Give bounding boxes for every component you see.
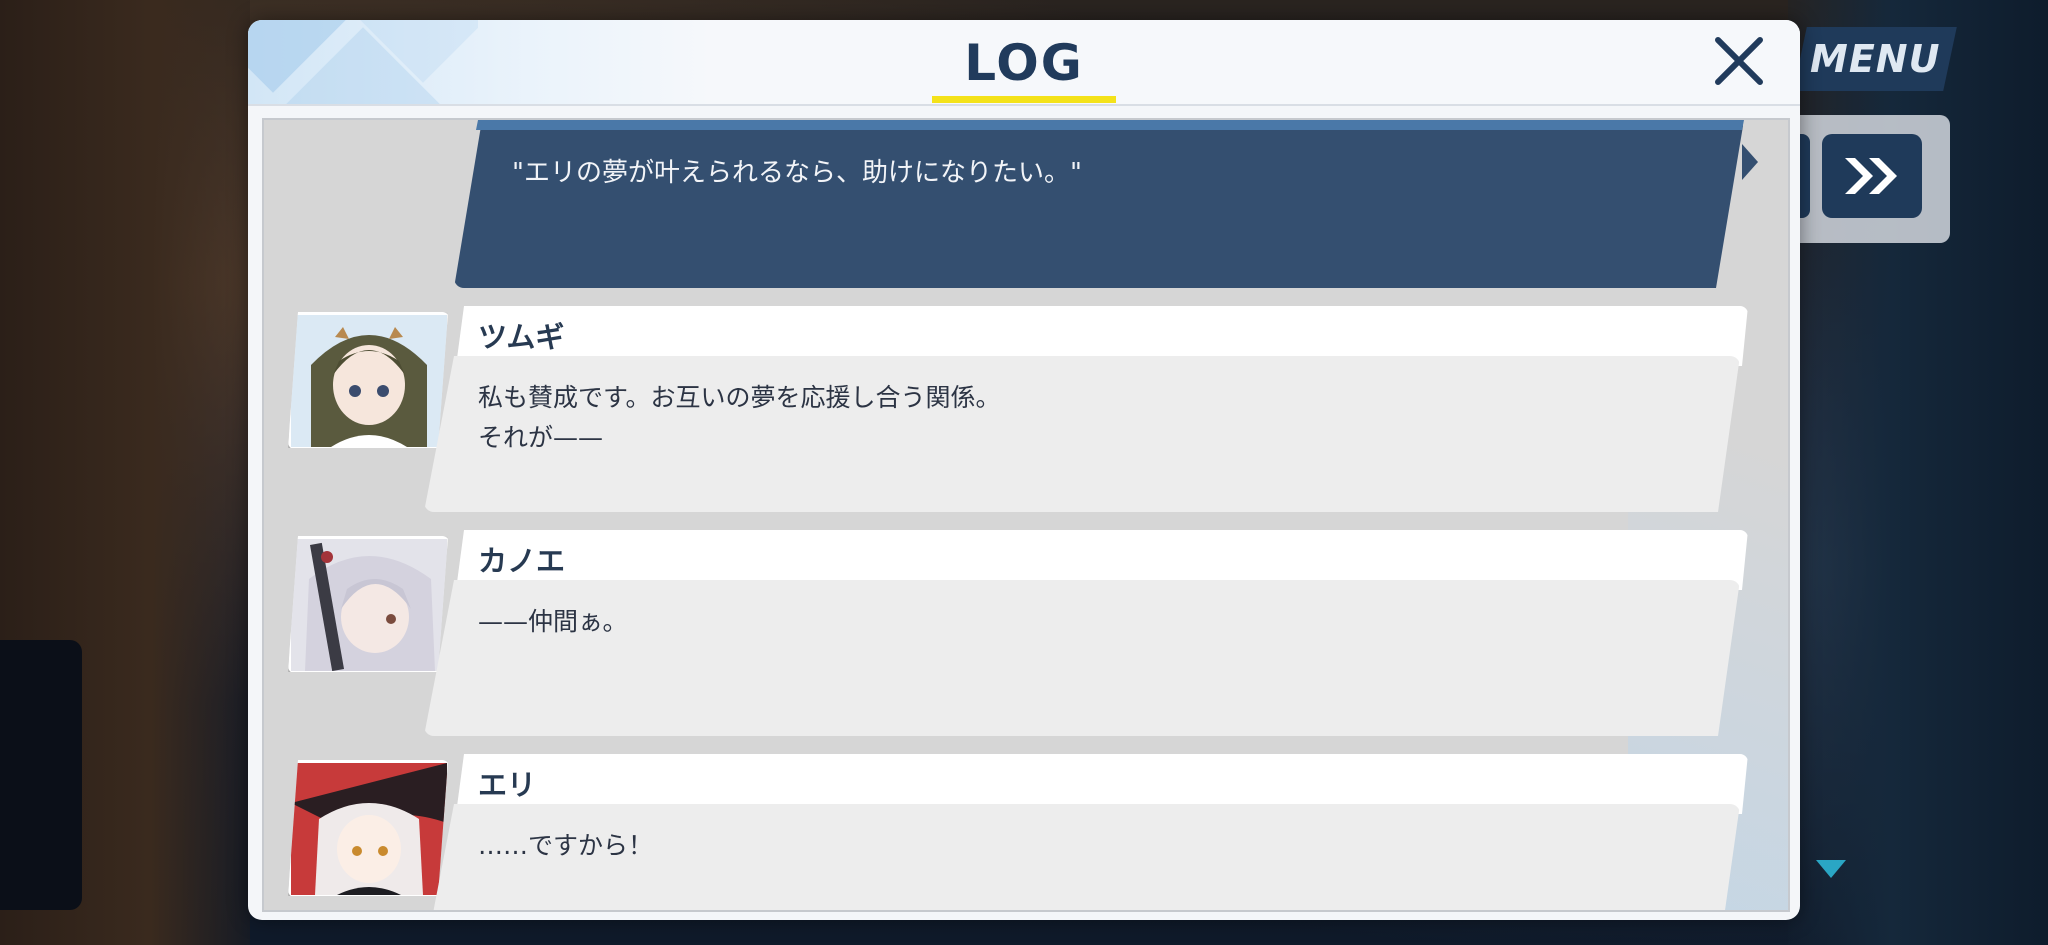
speaker-name: ツムギ [478, 320, 565, 354]
background-dark-panel [0, 640, 82, 910]
speaker-name: カノエ [478, 544, 566, 578]
character-portrait-icon [291, 763, 447, 895]
dialogue-line: 私も賛成です。お互いの夢を応援し合う関係。 [478, 383, 1001, 412]
close-button[interactable] [1710, 32, 1768, 90]
scroll-down-arrow-icon[interactable] [1816, 860, 1846, 878]
dialogue-line: ……ですから！ [478, 831, 654, 860]
character-portrait-icon [291, 539, 447, 671]
log-entry: エリ ……ですから！ [284, 754, 1784, 910]
menu-label: MENU [1809, 37, 1941, 81]
dialogue-line: ——仲間ぁ。 [478, 607, 628, 636]
avatar-tsumugi [288, 312, 448, 448]
choice-bubble [454, 120, 1744, 288]
dialogue-line: それが—— [478, 423, 604, 452]
skip-button[interactable] [1822, 134, 1922, 218]
avatar-eri [288, 760, 448, 896]
choice-arrow-icon [1742, 144, 1758, 180]
choice-bubble-edge [476, 120, 1744, 130]
log-entry: カノエ ——仲間ぁ。 [284, 530, 1784, 740]
fast-forward-icon [1845, 158, 1897, 194]
avatar-kanoe [288, 536, 448, 672]
title-underline [932, 96, 1116, 103]
page-title: LOG [964, 34, 1084, 92]
selected-choice: "エリの夢が叶えられるなら、助けになりたい。" [454, 120, 1764, 288]
character-portrait-icon [291, 315, 447, 447]
log-header: LOG [248, 20, 1800, 106]
close-icon [1715, 37, 1763, 85]
log-list[interactable]: "エリの夢が叶えられるなら、助けになりたい。" ツムギ 私も賛成です。お互いの夢… [262, 118, 1790, 912]
log-dialog: LOG "エリの夢が叶えられるなら、助けになりたい。" ツムギ 私も賛成です。お… [248, 20, 1800, 920]
choice-text: "エリの夢が叶えられるなら、助けになりたい。" [512, 158, 1082, 188]
menu-button[interactable]: MENU [1793, 27, 1957, 91]
log-entry: ツムギ 私も賛成です。お互いの夢を応援し合う関係。 それが—— [284, 306, 1784, 516]
speaker-name: エリ [478, 768, 537, 802]
